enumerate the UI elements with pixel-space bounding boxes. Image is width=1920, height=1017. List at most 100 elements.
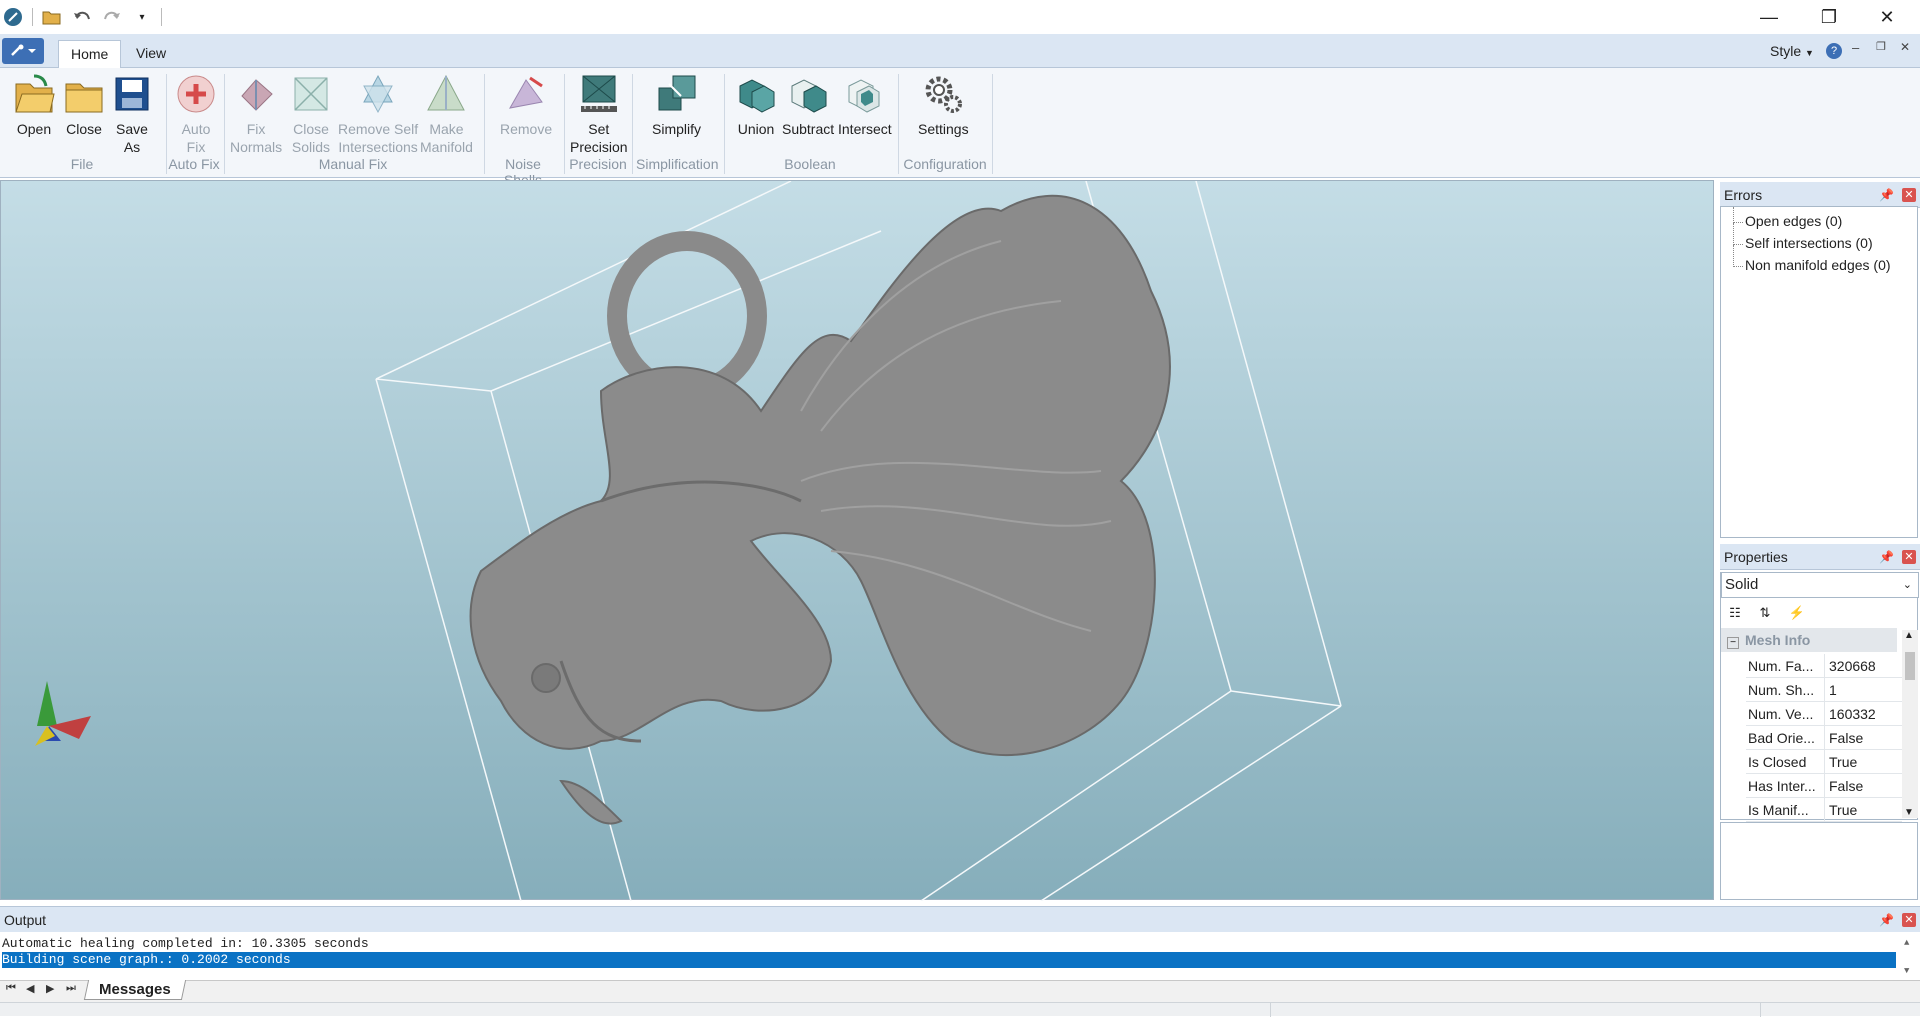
mesh-info-label: Mesh Info [1745, 632, 1811, 648]
property-row[interactable]: Bad Orie... False [1746, 726, 1902, 750]
customize-toolbar-icon[interactable]: ▾ [131, 6, 153, 28]
tab-home[interactable]: Home [58, 40, 122, 69]
property-value: False [1824, 726, 1902, 750]
redo-icon[interactable] [101, 6, 123, 28]
app-logo-icon[interactable] [2, 6, 24, 28]
log-line-selected[interactable]: Building scene graph.: 0.2002 seconds [2, 952, 1896, 968]
set-precision-button[interactable]: Set Precision [570, 72, 628, 156]
properties-scrollbar[interactable]: ▲ ▼ [1902, 630, 1918, 818]
close-window-button[interactable]: ✕ [1864, 0, 1910, 34]
remove-noise-shells-button[interactable]: Remove [500, 72, 552, 138]
scroll-up-icon[interactable]: ▲ [1904, 938, 1909, 948]
previous-tab-icon[interactable]: ◀ [26, 982, 34, 995]
close-folder-icon [65, 83, 103, 113]
scene-canvas[interactable] [1, 180, 1715, 902]
categorized-view-icon[interactable]: ☷ [1724, 602, 1746, 624]
error-item-non-manifold-edges[interactable]: Non manifold edges (0) [1745, 257, 1891, 273]
property-row[interactable]: Num. Sh... 1 [1746, 678, 1902, 702]
remove-self-intersections-button[interactable]: Remove Self Intersections [338, 72, 418, 156]
close-errors-panel-icon[interactable]: ✕ [1902, 188, 1916, 202]
ribbon-minimize-button[interactable]: – [1852, 40, 1859, 55]
fix-normals-button[interactable]: Fix Normals [230, 72, 282, 156]
output-scrollbar[interactable]: ▲ ▼ [1904, 932, 1918, 980]
scroll-down-icon[interactable]: ▼ [1904, 807, 1914, 818]
3d-viewport[interactable] [0, 180, 1715, 902]
ribbon-separator [898, 74, 899, 174]
fish-mesh-model[interactable] [469, 194, 1171, 825]
first-tab-icon[interactable]: ⏮ [6, 982, 16, 995]
tab-view[interactable]: View [124, 40, 178, 69]
help-icon[interactable]: ? [1826, 43, 1842, 59]
minimize-button[interactable]: — [1746, 0, 1792, 34]
make-manifold-label-1: Make [429, 121, 464, 137]
intersect-button[interactable]: Intersect [838, 72, 892, 138]
scroll-up-icon[interactable]: ▲ [1904, 630, 1914, 641]
pin-icon[interactable]: 📌 [1879, 182, 1894, 208]
subtract-label: Subtract [782, 121, 835, 137]
scrollbar-thumb[interactable] [1905, 652, 1915, 680]
ribbon-separator [632, 74, 633, 174]
collapse-icon[interactable]: − [1727, 637, 1739, 649]
last-tab-icon[interactable]: ⏭ [66, 982, 76, 995]
make-manifold-button[interactable]: Make Manifold [420, 72, 473, 156]
errors-tree: Open edges (0) Self intersections (0) No… [1720, 206, 1918, 538]
log-line: Automatic healing completed in: 10.3305 … [2, 936, 369, 951]
events-lightning-icon[interactable]: ⚡ [1786, 602, 1808, 624]
settings-button[interactable]: Settings [918, 72, 969, 138]
set-precision-label-1: Set [588, 121, 610, 137]
error-item-open-edges[interactable]: Open edges (0) [1745, 213, 1842, 229]
simplify-label: Simplify [652, 121, 702, 137]
close-solids-button[interactable]: Close Solids [289, 72, 333, 156]
save-as-button[interactable]: Save As [110, 72, 154, 156]
maximize-button[interactable]: ❐ [1806, 0, 1852, 34]
pin-icon[interactable]: 📌 [1879, 544, 1894, 570]
property-key: Is Manif... [1748, 802, 1809, 818]
alphabetical-sort-icon[interactable]: ⇅ [1754, 602, 1776, 624]
ribbon-separator [224, 74, 225, 174]
settings-label: Settings [918, 121, 969, 137]
properties-panel-header: Properties 📌 ✕ [1720, 544, 1920, 570]
ribbon-close-button[interactable]: ✕ [1900, 40, 1910, 54]
close-label: Close [66, 121, 102, 137]
object-selector-dropdown[interactable]: Solid ⌄ [1721, 572, 1919, 598]
open-folder-icon[interactable] [41, 6, 63, 28]
tab-messages[interactable]: Messages [83, 980, 186, 1000]
open-button[interactable]: Open [12, 72, 56, 138]
ribbon-separator [484, 74, 485, 174]
property-row[interactable]: Is Closed True [1746, 750, 1902, 774]
property-row[interactable]: Is Manif... True [1746, 798, 1902, 822]
close-solids-icon [294, 77, 328, 111]
tree-connector [1733, 245, 1743, 267]
property-row[interactable]: Has Inter... False [1746, 774, 1902, 798]
pin-icon[interactable]: 📌 [1879, 907, 1894, 933]
save-disk-icon [115, 77, 149, 111]
next-tab-icon[interactable]: ▶ [46, 982, 54, 995]
close-output-panel-icon[interactable]: ✕ [1902, 913, 1916, 927]
error-item-self-intersections[interactable]: Self intersections (0) [1745, 235, 1873, 251]
union-button[interactable]: Union [734, 72, 778, 138]
axis-triad-icon [35, 681, 91, 746]
union-icon [739, 79, 775, 113]
property-row[interactable]: Num. Fa... 320668 [1746, 654, 1902, 678]
chevron-down-icon: ⌄ [1902, 579, 1912, 591]
settings-gears-icon [925, 76, 963, 113]
style-label: Style [1770, 43, 1802, 59]
scroll-down-icon[interactable]: ▼ [1904, 966, 1909, 976]
subtract-button[interactable]: Subtract [782, 72, 834, 138]
group-auto-fix-label: Auto Fix [168, 156, 220, 172]
mesh-info-category[interactable]: − Mesh Info [1721, 628, 1897, 652]
application-menu-button[interactable] [2, 38, 44, 64]
simplify-button[interactable]: Simplify [652, 72, 701, 138]
group-precision-label: Precision [569, 156, 627, 172]
group-manual-fix-label: Manual Fix [318, 156, 388, 172]
intersect-label: Intersect [838, 121, 892, 137]
style-dropdown[interactable]: Style ▼ [1770, 43, 1814, 59]
undo-icon[interactable] [71, 6, 93, 28]
ribbon-restore-button[interactable]: ❐ [1876, 40, 1886, 53]
property-row[interactable]: Num. Ve... 160332 [1746, 702, 1902, 726]
auto-fix-button[interactable]: Auto Fix [174, 72, 218, 156]
close-button[interactable]: Close [62, 72, 106, 138]
property-value: True [1824, 798, 1902, 822]
property-value: True [1824, 750, 1902, 774]
close-properties-panel-icon[interactable]: ✕ [1902, 550, 1916, 564]
